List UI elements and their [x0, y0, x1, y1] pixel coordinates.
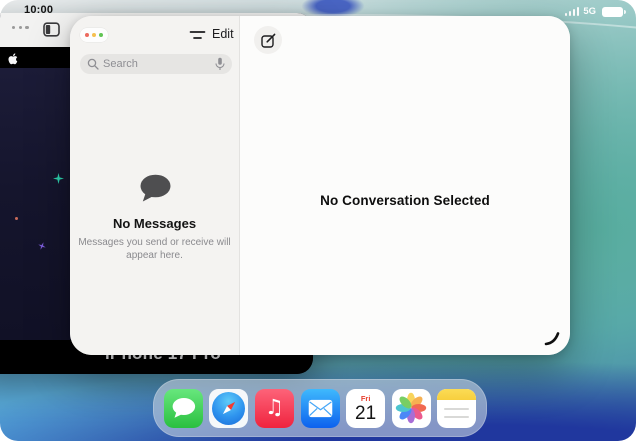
window-traffic-lights[interactable]	[80, 28, 108, 42]
dock-icon-calendar[interactable]: Fri 21	[346, 389, 385, 428]
filter-icon	[189, 30, 206, 41]
sparkle-red-dot	[15, 217, 18, 220]
dock-icon-mail[interactable]	[301, 389, 340, 428]
no-messages-empty-state: No Messages Messages you send or receive…	[70, 173, 239, 262]
messages-bubble-icon	[170, 396, 197, 420]
photos-flower-icon	[394, 391, 428, 425]
safari-compass-icon	[212, 392, 245, 425]
dock-icon-photos[interactable]	[392, 389, 431, 428]
sparkle-purple-icon	[38, 237, 46, 255]
window-controls-button[interactable]	[12, 26, 29, 29]
network-type-label: 5G	[583, 6, 596, 17]
empty-state-title: No Messages	[70, 216, 239, 231]
dock: ♫ Fri 21	[153, 379, 487, 437]
ipad-screen: 10:00 5G	[0, 0, 636, 441]
dictation-mic-icon[interactable]	[215, 57, 225, 71]
close-window-dot[interactable]	[85, 33, 90, 38]
sparkle-teal-icon	[53, 171, 64, 189]
cellular-signal-icon	[565, 7, 580, 16]
speech-bubble-icon	[137, 173, 173, 209]
search-field[interactable]	[80, 54, 232, 74]
battery-icon	[602, 7, 623, 17]
music-note-icon: ♫	[265, 397, 284, 418]
notes-yellow-band	[437, 389, 476, 400]
sidebar-toggle-icon[interactable]	[43, 22, 60, 42]
messages-window: Edit	[70, 16, 570, 355]
filter-button[interactable]	[186, 27, 208, 43]
status-bar-right: 5G	[565, 6, 623, 17]
mail-envelope-icon	[308, 399, 333, 418]
dock-icon-messages[interactable]	[164, 389, 203, 428]
zoom-window-dot[interactable]	[99, 33, 104, 38]
dock-icon-safari[interactable]	[209, 389, 248, 428]
window-resize-handle-icon[interactable]	[543, 330, 562, 352]
dock-icon-music[interactable]: ♫	[255, 389, 294, 428]
messages-sidebar: Edit	[70, 16, 240, 355]
minimize-window-dot[interactable]	[92, 33, 97, 38]
conversation-pane: No Conversation Selected	[240, 16, 570, 355]
calendar-day: 21	[355, 404, 376, 423]
empty-state-caption: Messages you send or receive will appear…	[70, 236, 239, 262]
edit-button[interactable]: Edit	[212, 27, 234, 41]
compose-icon	[260, 32, 277, 49]
search-icon	[87, 58, 99, 70]
compose-button[interactable]	[254, 26, 282, 54]
calendar-weekday: Fri	[361, 394, 371, 403]
dock-icon-notes[interactable]	[437, 389, 476, 428]
search-input[interactable]	[103, 58, 211, 70]
no-conversation-title: No Conversation Selected	[240, 193, 570, 208]
